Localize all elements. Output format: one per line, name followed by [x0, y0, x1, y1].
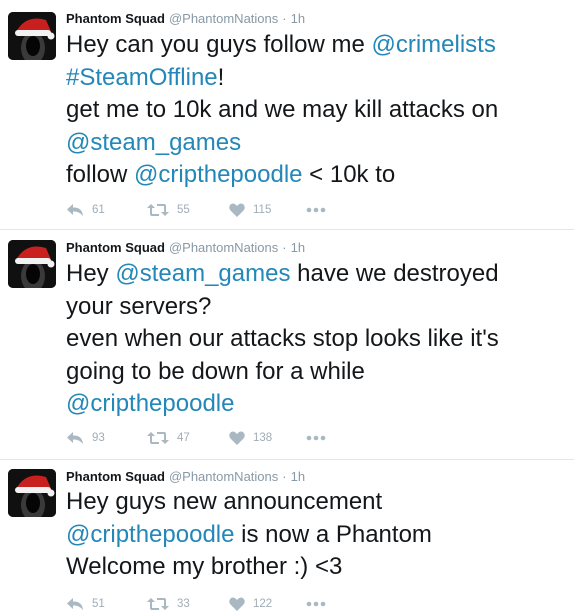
- avatar[interactable]: [8, 240, 56, 288]
- separator: ·: [282, 11, 287, 26]
- timestamp[interactable]: 1h: [291, 469, 305, 484]
- author-handle[interactable]: @PhantomNations: [169, 469, 278, 484]
- reply-icon: [67, 598, 83, 610]
- tweet-line: Hey can you guys follow me @crimelists: [66, 29, 571, 62]
- tweet-line: follow @cripthepoodle < 10k to: [66, 159, 571, 192]
- hashtag-link[interactable]: #SteamOffline: [66, 64, 218, 91]
- tweet-header: Phantom Squad @PhantomNations · 1h: [66, 240, 305, 256]
- tweet-header: Phantom Squad @PhantomNations · 1h: [66, 469, 305, 485]
- separator: ·: [282, 240, 287, 255]
- retweet-button[interactable]: 33: [147, 595, 190, 613]
- retweet-count: 33: [177, 598, 190, 610]
- text-segment: Hey guys new announcement: [66, 488, 383, 515]
- tweet-line: Welcome my brother :) <3: [66, 551, 571, 584]
- more-icon: [306, 601, 326, 607]
- text-segment: is now a Phantom: [234, 520, 432, 548]
- timestamp[interactable]: 1h: [291, 11, 305, 26]
- more-button[interactable]: [306, 201, 326, 219]
- mention-link[interactable]: @crimelists: [371, 31, 495, 58]
- separator: ·: [282, 469, 287, 484]
- text-segment: Welcome my brother :) <3: [66, 553, 343, 580]
- tweet-line: get me to 10k and we may kill attacks on: [66, 94, 571, 127]
- more-button[interactable]: [306, 429, 326, 447]
- tweet-line: even when our attacks stop looks like it…: [66, 323, 571, 356]
- heart-icon: [229, 203, 245, 217]
- like-button[interactable]: 122: [229, 595, 272, 613]
- tweet[interactable]: Phantom Squad @PhantomNations · 1h Hey @ste…: [0, 230, 574, 459]
- santa-hat-icon: [8, 12, 56, 60]
- text-segment: Hey can you guys follow me: [66, 31, 372, 58]
- author-handle[interactable]: @PhantomNations: [169, 11, 278, 26]
- text-segment: Hey: [66, 260, 116, 287]
- mention-link[interactable]: @cripthepoodle: [66, 390, 234, 417]
- santa-hat-icon: [8, 240, 56, 288]
- like-button[interactable]: 138: [229, 429, 272, 447]
- retweet-button[interactable]: 55: [147, 201, 190, 219]
- reply-icon: [67, 204, 83, 216]
- tweet[interactable]: Phantom Squad @PhantomNations · 1h Hey guys…: [0, 460, 574, 615]
- retweet-icon: [147, 204, 169, 216]
- mention-link[interactable]: @cripthepoodle: [134, 161, 302, 188]
- tweet-line: going to be down for a while: [66, 356, 571, 389]
- like-count: 122: [253, 598, 273, 610]
- tweet-text: Hey guys new announcement @cripthepoodle…: [66, 486, 571, 584]
- reply-button[interactable]: 93: [66, 429, 105, 447]
- mention-link[interactable]: @steam_games: [115, 260, 290, 287]
- text-segment: !: [217, 63, 225, 91]
- tweet[interactable]: Phantom Squad @PhantomNations · 1h Hey can …: [0, 0, 574, 229]
- tweet-text: Hey @steam_games have we destroyed your …: [66, 258, 571, 421]
- like-count: 138: [253, 432, 273, 444]
- reply-icon: [67, 432, 83, 444]
- heart-icon: [229, 431, 245, 445]
- tweet-header: Phantom Squad @PhantomNations · 1h: [66, 11, 305, 27]
- retweet-button[interactable]: 47: [147, 429, 190, 447]
- santa-hat-icon: [8, 469, 56, 517]
- author-name[interactable]: Phantom Squad: [66, 11, 165, 26]
- text-segment: even when our attacks stop looks like it…: [66, 325, 499, 352]
- mention-link[interactable]: @cripthepoodle: [66, 521, 234, 548]
- retweet-icon: [147, 432, 169, 444]
- text-segment: get me to 10k and we may kill attacks on: [66, 96, 499, 123]
- reply-button[interactable]: 61: [66, 201, 105, 219]
- more-icon: [306, 207, 326, 213]
- more-button[interactable]: [306, 595, 326, 613]
- retweet-count: 47: [177, 432, 190, 444]
- author-name[interactable]: Phantom Squad: [66, 469, 165, 484]
- tweet-line: Hey @steam_games have we destroyed: [66, 258, 571, 291]
- reply-button[interactable]: 51: [66, 595, 105, 613]
- heart-icon: [229, 597, 245, 611]
- mention-link[interactable]: @steam_games: [66, 129, 241, 156]
- timestamp[interactable]: 1h: [291, 240, 305, 255]
- author-handle[interactable]: @PhantomNations: [169, 240, 278, 255]
- tweet-line: @cripthepoodle: [66, 388, 571, 421]
- text-segment: follow: [66, 161, 135, 188]
- tweet-line: your servers?: [66, 291, 571, 324]
- tweet-line: Hey guys new announcement: [66, 486, 571, 519]
- reply-count: 51: [92, 598, 105, 610]
- reply-count: 93: [92, 432, 105, 444]
- retweet-icon: [147, 598, 169, 610]
- author-name[interactable]: Phantom Squad: [66, 240, 165, 255]
- tweet-line: @steam_games: [66, 127, 571, 160]
- text-segment: your servers?: [66, 292, 212, 320]
- text-segment: going to be down for a while: [66, 357, 365, 385]
- more-icon: [306, 435, 326, 441]
- reply-count: 61: [92, 204, 105, 216]
- tweet-text: Hey can you guys follow me @crimelists #…: [66, 29, 571, 192]
- text-segment: < 10k to: [302, 161, 396, 188]
- tweet-line: @cripthepoodle is now a Phantom: [66, 519, 571, 552]
- text-segment: have we destroyed: [290, 260, 499, 287]
- tweet-line: #SteamOffline!: [66, 62, 571, 95]
- like-button[interactable]: 115: [229, 201, 271, 219]
- avatar[interactable]: [8, 469, 56, 517]
- retweet-count: 55: [177, 204, 190, 216]
- like-count: 115: [253, 204, 272, 216]
- avatar[interactable]: [8, 12, 56, 60]
